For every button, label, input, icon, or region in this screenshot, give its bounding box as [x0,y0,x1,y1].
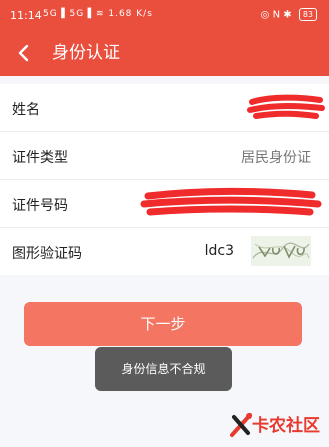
captcha-input[interactable]: ldc3 [205,243,234,259]
watermark-logo-icon [230,413,252,437]
watermark: 卡农社区 [228,409,323,439]
status-time: 11:14 [10,9,42,22]
status-right-icons: ◎ N ✱ 83 [261,8,317,21]
id-type-value: 居民身份证 [241,150,311,166]
id-number-redaction [140,187,322,216]
page-title: 身份认证 [52,43,120,63]
next-step-button[interactable]: 下一步 [24,302,302,346]
identity-form: 姓名 证件类型 居民身份证 证件号码 图形验证码 ldc3 [0,84,329,275]
name-row[interactable]: 姓名 [0,84,329,132]
id-number-label: 证件号码 [12,198,68,214]
back-arrow-icon[interactable] [16,43,32,63]
id-number-row[interactable]: 证件号码 [0,180,329,228]
captcha-row: 图形验证码 ldc3 [0,228,329,275]
captcha-label: 图形验证码 [12,246,82,262]
name-redaction [247,94,325,119]
status-misc-icons: ◎ N ✱ [260,9,292,21]
name-label: 姓名 [12,102,40,118]
captcha-image[interactable] [251,236,311,266]
status-bar: 11:14 5G▐ 5G▐ ≋ 1.68 K/s ◎ N ✱ 83 [0,0,329,30]
error-toast: 身份信息不合规 [95,347,232,391]
watermark-text: 卡农社区 [252,416,320,436]
id-type-label: 证件类型 [12,150,68,166]
battery-icon: 83 [298,8,317,21]
id-type-row[interactable]: 证件类型 居民身份证 [0,132,329,180]
signal-icons: 5G▐ 5G▐ ≋ 1.68 K/s [43,9,153,19]
nav-bar: 身份认证 [0,30,329,76]
